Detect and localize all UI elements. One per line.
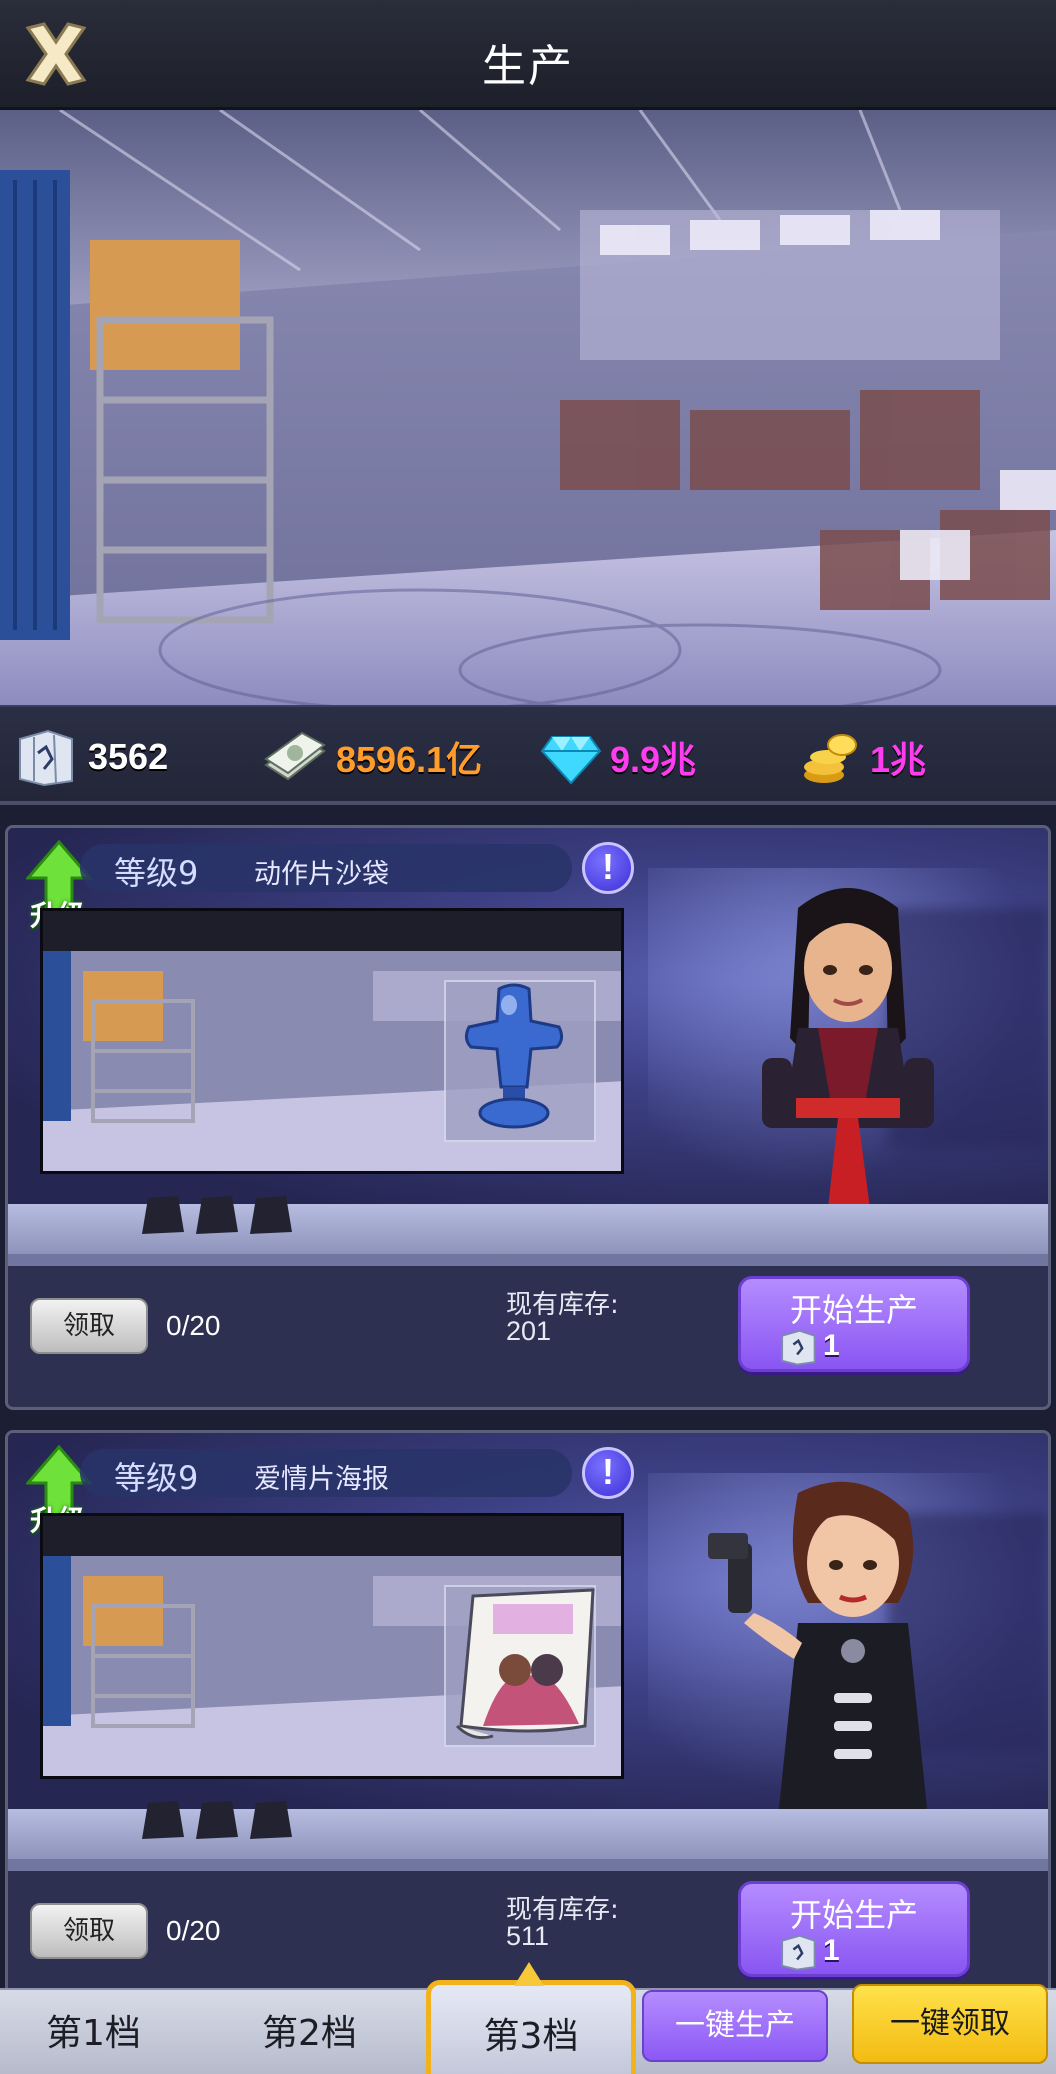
info-button[interactable] — [582, 1447, 634, 1499]
tier-tab-bar: 第1档 第2档 第3档 一键生产 一键领取 — [0, 1962, 1056, 2074]
resource-bar: 3562 8596.1亿 9.9兆 1兆 — [0, 705, 1056, 805]
selected-tab-marker-icon — [514, 1962, 544, 1986]
one-key-claim-button[interactable]: 一键领取 — [852, 1984, 1048, 2064]
warehouse-scene — [0, 110, 1056, 705]
locked-item-icon — [250, 1196, 292, 1234]
page-title: 生产 — [482, 41, 574, 92]
resource-cash: 8596.1亿 — [262, 725, 482, 789]
card-controls: 领取 0/20 现有库存: 201 开始生产 1 — [8, 1266, 1048, 1406]
locked-item-icon — [196, 1196, 238, 1234]
resource-gold: 1兆 — [800, 725, 926, 789]
product-preview — [40, 1513, 624, 1779]
info-button[interactable] — [582, 842, 634, 894]
start-production-label: 开始生产 — [789, 1291, 918, 1329]
gold-coins-icon — [804, 734, 857, 783]
locked-item-icon — [196, 1801, 238, 1839]
product-name: 爱情片海报 — [254, 1464, 389, 1495]
production-card: 升级 等级9 动作片沙袋 — [5, 825, 1051, 1410]
resource-diamond: 9.9兆 — [540, 725, 696, 789]
blueprint-value: 3562 — [88, 736, 169, 777]
start-production-cost: 1 — [823, 1934, 840, 1967]
claim-button[interactable]: 领取 — [30, 1903, 148, 1959]
gold-value: 1兆 — [870, 739, 927, 780]
product-name: 动作片沙袋 — [254, 859, 389, 890]
start-production-label: 开始生产 — [789, 1896, 918, 1934]
start-production-button[interactable]: 开始生产 1 — [738, 1276, 970, 1372]
stock-value: 511 — [506, 1921, 550, 1951]
tab-tier-3-label: 第3档 — [483, 2016, 579, 2057]
female-fighter-character — [762, 888, 934, 1208]
blueprint-icon — [781, 1329, 816, 1366]
cash-icon — [264, 731, 326, 781]
start-production-button[interactable]: 开始生产 1 — [738, 1881, 970, 1977]
claim-button[interactable]: 领取 — [30, 1298, 148, 1354]
product-preview — [40, 908, 624, 1174]
resource-blueprint: 3562 — [14, 725, 168, 789]
diamond-icon — [540, 736, 602, 785]
top-bar: 生产 — [0, 0, 1056, 110]
start-production-cost: 1 — [823, 1329, 840, 1362]
level-label: 等级9 — [114, 854, 199, 892]
production-progress: 0/20 — [166, 1915, 221, 1946]
level-label: 等级9 — [114, 1459, 199, 1497]
tab-tier-3[interactable]: 第3档 — [426, 1980, 636, 2074]
diamond-value: 9.9兆 — [610, 739, 697, 780]
locked-item-icon — [142, 1196, 184, 1234]
blueprint-icon — [19, 729, 73, 787]
stock-value: 201 — [506, 1316, 552, 1346]
product-silhouettes — [138, 1793, 296, 1843]
locked-item-icon — [250, 1801, 292, 1839]
tab-tier-1[interactable]: 第1档 — [46, 2004, 141, 2056]
blueprint-icon — [781, 1934, 816, 1971]
production-progress: 0/20 — [166, 1310, 221, 1341]
product-silhouettes — [138, 1188, 296, 1238]
tab-tier-2[interactable]: 第2档 — [262, 2004, 357, 2056]
love-poster-icon — [455, 1588, 595, 1740]
one-key-produce-button[interactable]: 一键生产 — [642, 1990, 828, 2062]
female-agent-character — [708, 1481, 928, 1818]
locked-item-icon — [142, 1801, 184, 1839]
punching-bag-icon — [464, 983, 564, 1129]
cash-value: 8596.1亿 — [336, 739, 483, 780]
production-card: 升级 等级9 爱情片海报 — [5, 1430, 1051, 2015]
